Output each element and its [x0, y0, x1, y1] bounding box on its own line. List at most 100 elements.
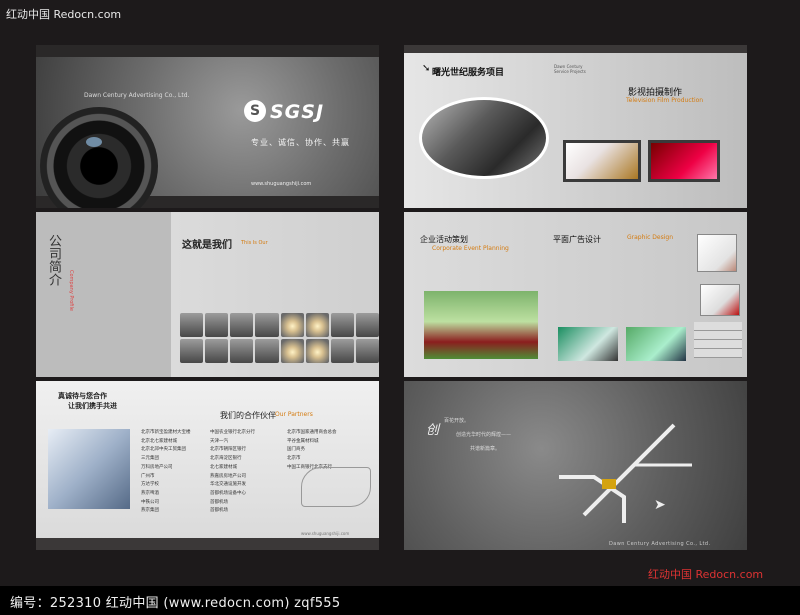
cover-website: www.shuguangshiji.com	[251, 181, 312, 187]
partner-name: 北京市国家通用商会总会	[287, 430, 337, 435]
services-sub-en-line: Service Projects	[554, 69, 586, 74]
ad-list-item	[694, 322, 742, 331]
strip-tile	[180, 313, 204, 337]
strip-tile-sunset	[280, 339, 304, 363]
partner-name: 首都机场	[210, 499, 228, 505]
partner-name: 华北交通设施开发	[210, 482, 246, 488]
partners-panel: 真诚待与您合作 让我们携手共进 我们的合作伙伴 Our Partners 北京市…	[36, 381, 379, 550]
partner-name: 平谷金属材料城	[287, 438, 319, 444]
partner-list-col3: 北京市国家通用商会总会 平谷金属材料城 国门商务 北京市 中国工商银行北京支行	[287, 429, 337, 473]
back-big-character: 创	[426, 423, 440, 438]
partners-footer-bar	[36, 538, 379, 550]
strip-tile	[205, 339, 229, 363]
footer-text: 编号：252310 红动中国 (www.redocn.com) zqf555	[10, 596, 341, 611]
partner-name: 燕京啤酒	[141, 490, 159, 496]
watermark-bottom: 红动中国 Redocn.com	[648, 568, 764, 581]
strip-tile	[330, 313, 354, 337]
film-crew-photo	[419, 97, 549, 179]
tv-thumbnail-1	[563, 140, 641, 182]
about-panel: 公司简介 Company Profile 这就是我们 This Is Our	[36, 212, 379, 377]
strip-tile	[255, 339, 279, 363]
partner-name: 北京海淀区银行	[210, 456, 242, 462]
back-line-2: 创造光华时代的辉煌——	[456, 432, 512, 438]
about-heading: 这就是我们	[182, 240, 232, 251]
ad-brochure-sample	[700, 284, 740, 316]
strip-tile	[355, 339, 379, 363]
lens-glint	[86, 137, 102, 147]
partner-name: 三元集团	[141, 456, 159, 462]
partners-heading-en: Our Partners	[275, 411, 313, 418]
services-sub-en: Dawn Century Service Projects	[554, 64, 586, 74]
partner-name: 燕嘉房房地产公司	[210, 473, 246, 479]
location-map	[559, 423, 692, 523]
camera-lens-image	[40, 107, 158, 208]
event-heading-en: Corporate Event Planning	[432, 245, 509, 252]
partner-list-col2: 中国农业银行北京分行 天津一汽北京市朝阳区银行 北京海淀区银行 北七家建材城燕嘉房房地…	[210, 429, 255, 516]
services-top-bar	[404, 45, 747, 53]
arrow-down-right-icon: ➘	[422, 63, 431, 74]
strip-tile-sunset	[280, 313, 304, 337]
back-line-3: 共谱新篇章。	[470, 446, 501, 452]
partner-name: 北京北七家建材城	[141, 438, 177, 444]
partner-name: 燕京集团	[141, 508, 159, 514]
partner-name: 北七家建材城	[210, 464, 237, 470]
handshake-line-art	[301, 467, 371, 507]
partner-name: 天津一汽	[210, 438, 228, 444]
event-heading: 企业活动策划	[420, 235, 468, 244]
services-panel: ➘ 曙光世纪服务项目 Dawn Century Service Projects…	[404, 45, 747, 208]
partner-list-col1: 北京市新宝盈建材大宝楼 北京北七家建材城北京北郊中央工贸集团 三元集团万科房地产公司…	[141, 429, 191, 516]
strip-tile-sunset	[305, 313, 329, 337]
strip-tile	[180, 339, 204, 363]
cover-company-name: Dawn Century Advertising Co., Ltd.	[84, 92, 190, 99]
ad-card-sample	[697, 234, 737, 272]
services-heading: 曙光世纪服务项目	[432, 68, 505, 78]
partner-name: 首都机场设备中心	[210, 490, 246, 496]
cover-slogan: 专业、诚信、协作、共赢	[251, 138, 350, 147]
watermark-top: 红动中国 Redocn.com	[6, 8, 122, 21]
partner-name: 北京市新宝盈建材大宝楼	[141, 430, 191, 435]
partner-name: 广州市	[141, 473, 155, 479]
about-vertical-title: 公司简介	[46, 234, 61, 286]
back-cover-panel: 创 百花开放。 创造光华时代的辉煌—— 共谱新篇章。 ➤ Dawn Centur…	[404, 381, 747, 550]
graphic-heading-en: Graphic Design	[627, 234, 673, 241]
strip-tile	[205, 313, 229, 337]
partner-name: 万科房地产公司	[141, 464, 173, 470]
partner-name: 北京北郊中央工贸集团	[141, 447, 186, 453]
partner-name: 国门商务	[287, 447, 305, 453]
ad-list-item	[694, 340, 742, 349]
strip-tile	[355, 313, 379, 337]
partner-name: 首都机场	[210, 508, 228, 514]
partner-name: 北京市	[287, 456, 301, 462]
cover-top-edge	[36, 45, 379, 57]
about-vertical-subtitle: Company Profile	[68, 270, 74, 311]
handshake-photo	[48, 429, 130, 509]
events-panel: 企业活动策划 Corporate Event Planning 平面广告设计 G…	[404, 212, 747, 377]
partner-name: 方达学校	[141, 482, 159, 488]
strip-tile	[230, 339, 254, 363]
tv-thumbnail-2	[648, 140, 720, 182]
strip-tile	[230, 313, 254, 337]
cover-panel: Dawn Century Advertising Co., Ltd. S SGS…	[36, 45, 379, 208]
ad-list-item	[694, 331, 742, 340]
strip-tile	[255, 313, 279, 337]
map-location-marker	[602, 479, 616, 489]
partners-slogan-2: 让我们携手共进	[68, 402, 117, 410]
partner-name: 中国农业银行北京分行	[210, 430, 255, 435]
partners-website: www.shuguangshiji.com	[301, 531, 350, 536]
ad-photo-1	[558, 327, 618, 361]
back-line-1: 百花开放。	[444, 418, 470, 424]
graphic-heading: 平面广告设计	[553, 235, 601, 244]
partners-heading: 我们的合作伙伴	[220, 411, 276, 420]
partners-slogan-1: 真诚待与您合作	[58, 392, 107, 400]
compass-arrow-icon: ➤	[654, 497, 666, 513]
ad-sample-list	[694, 322, 742, 358]
partner-name: 北京市朝阳区银行	[210, 447, 246, 453]
strip-tile-sunset	[305, 339, 329, 363]
partner-name: 中铁公司	[141, 499, 159, 505]
logo-icon: S	[244, 100, 266, 122]
strip-tile	[330, 339, 354, 363]
about-heading-en: This Is Our	[241, 240, 268, 246]
ad-photo-2	[626, 327, 686, 361]
ad-list-item	[694, 349, 742, 358]
photo-strip	[180, 313, 379, 363]
